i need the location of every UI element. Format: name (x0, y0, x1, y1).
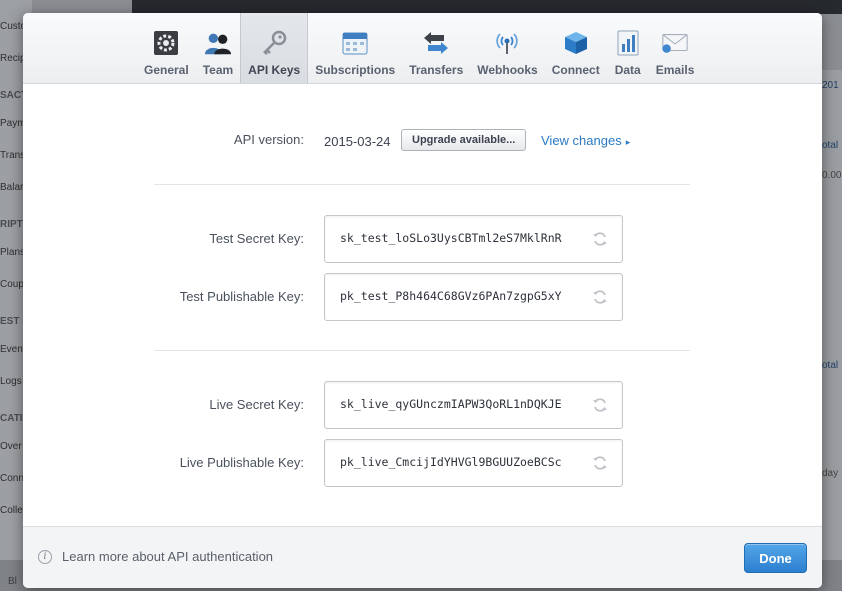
live-publishable-key-value[interactable]: pk_live_CmcijIdYHVGl9BGUUZoeBCSc (340, 455, 562, 469)
tab-label: Transfers (409, 63, 464, 77)
cube-icon (562, 29, 590, 57)
test-secret-key-value[interactable]: sk_test_loSLo3UysCBTml2eS7MklRnR (340, 231, 562, 245)
modal-footer: i Learn more about API authentication Do… (23, 526, 822, 588)
live-secret-key-field[interactable]: sk_live_qyGUnczmIAPW3QoRL1nDQKJE (324, 381, 623, 429)
key-icon (260, 29, 288, 57)
done-button[interactable]: Done (744, 543, 807, 573)
tab-label: Connect (551, 63, 600, 77)
transfer-arrows-icon (422, 29, 450, 57)
tab-label: Data (614, 63, 641, 77)
roll-key-refresh-icon[interactable] (592, 455, 608, 471)
webhook-antenna-icon (493, 29, 521, 57)
live-secret-key-row: Live Secret Key: sk_live_qyGUnczmIAPW3Qo… (23, 381, 822, 429)
background-fragment: 201 (822, 80, 839, 91)
tab-subscriptions[interactable]: Subscriptions (308, 13, 402, 83)
background-fragment: 0.00 (822, 170, 842, 181)
tab-team[interactable]: Team (196, 13, 240, 83)
tab-label: General (144, 63, 189, 77)
tab-label: Subscriptions (315, 63, 396, 77)
tab-label: Webhooks (477, 63, 538, 77)
tab-general[interactable]: General (137, 13, 196, 83)
divider (154, 350, 690, 351)
roll-key-refresh-icon[interactable] (592, 289, 608, 305)
tab-emails[interactable]: Emails (649, 13, 702, 83)
test-secret-key-label: Test Secret Key: (209, 231, 304, 246)
background-fragment: Bl (8, 576, 17, 587)
divider (154, 184, 690, 185)
live-publishable-key-label: Live Publishable Key: (179, 455, 304, 470)
test-publishable-key-row: Test Publishable Key: pk_test_P8h464C68G… (23, 273, 822, 321)
tab-label: API Keys (248, 63, 301, 77)
upgrade-button[interactable]: Upgrade available... (401, 129, 527, 151)
live-secret-key-value[interactable]: sk_live_qyGUnczmIAPW3QoRL1nDQKJE (340, 397, 562, 411)
background-header (132, 0, 842, 14)
test-secret-key-row: Test Secret Key: sk_test_loSLo3UysCBTml2… (23, 215, 822, 263)
test-publishable-key-label: Test Publishable Key: (179, 289, 304, 304)
background-fragment: day (822, 468, 839, 479)
tab-data[interactable]: Data (607, 13, 649, 83)
account-settings-modal: General Team API Keys Subscriptions Tran… (23, 13, 822, 588)
api-keys-panel: API version: 2015-03-24 Upgrade availabl… (23, 84, 822, 526)
background-right-column: 201 otal 0.00 otal day (822, 70, 842, 591)
live-publishable-key-row: Live Publishable Key: pk_live_CmcijIdYHV… (23, 439, 822, 487)
background-fragment: otal (822, 140, 839, 151)
api-version-row: API version: 2015-03-24 Upgrade availabl… (23, 129, 822, 155)
tab-label: Team (202, 63, 234, 77)
tab-label: Emails (655, 63, 695, 77)
background-fragment: otal (822, 360, 839, 371)
calendar-icon (341, 29, 369, 57)
api-version-label: API version: (233, 132, 304, 147)
roll-key-refresh-icon[interactable] (592, 397, 608, 413)
test-publishable-key-value[interactable]: pk_test_P8h464C68GVz6PAn7zgpG5xY (340, 289, 562, 303)
bar-chart-icon (614, 29, 642, 57)
envelope-icon (661, 29, 689, 57)
view-changes-link[interactable]: View changes ▸ (541, 133, 630, 148)
tab-connect[interactable]: Connect (545, 13, 607, 83)
gear-icon (152, 29, 180, 57)
live-secret-key-label: Live Secret Key: (209, 397, 304, 412)
tab-api-keys[interactable]: API Keys (240, 13, 309, 83)
live-publishable-key-field[interactable]: pk_live_CmcijIdYHVGl9BGUUZoeBCSc (324, 439, 623, 487)
settings-tab-bar: General Team API Keys Subscriptions Tran… (23, 13, 822, 84)
tab-transfers[interactable]: Transfers (402, 13, 470, 83)
roll-key-refresh-icon[interactable] (592, 231, 608, 247)
caret-right-icon: ▸ (625, 137, 631, 147)
view-changes-label: View changes (541, 133, 622, 148)
test-publishable-key-field[interactable]: pk_test_P8h464C68GVz6PAn7zgpG5xY (324, 273, 623, 321)
info-icon: i (38, 550, 52, 564)
api-version-value: 2015-03-24 (324, 134, 391, 149)
tab-webhooks[interactable]: Webhooks (470, 13, 544, 83)
learn-more-link[interactable]: Learn more about API authentication (62, 549, 273, 564)
team-icon (204, 29, 232, 57)
test-secret-key-field[interactable]: sk_test_loSLo3UysCBTml2eS7MklRnR (324, 215, 623, 263)
